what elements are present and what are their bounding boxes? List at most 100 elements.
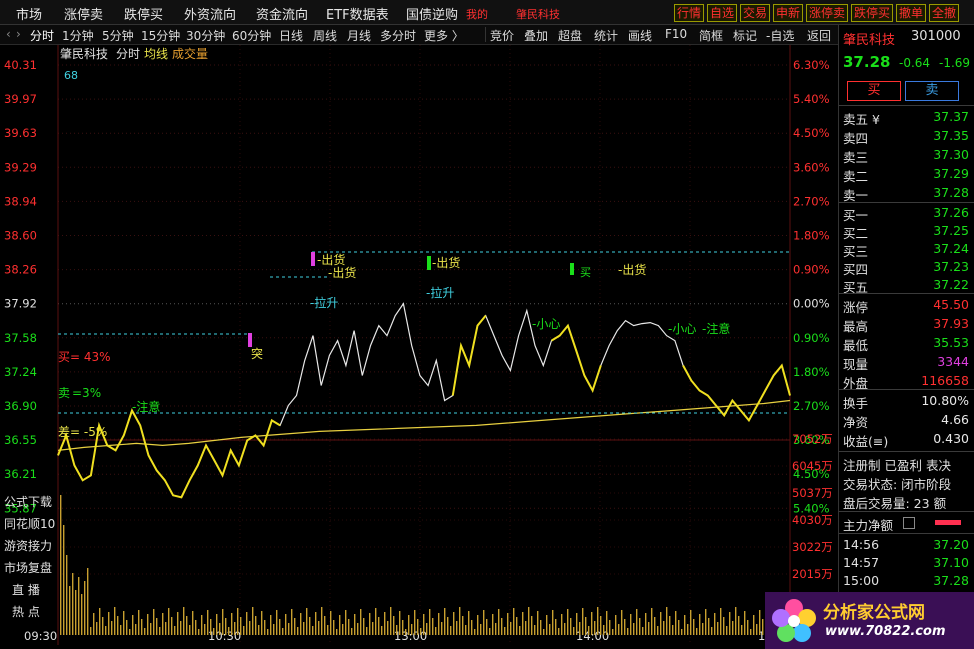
volume-bar	[465, 625, 467, 635]
menu-foreign-flow[interactable]: 外资流向	[184, 4, 236, 23]
intraday-chart[interactable]: 肇民科技 分时 均线 成交量 68 40.31 39.97 39.63 39.29 38…	[0, 45, 838, 649]
volume-bar	[234, 622, 236, 635]
volume-bar	[522, 612, 524, 635]
pct-tick: 0.00%	[793, 297, 830, 311]
volume-bar	[420, 628, 422, 635]
btn-cancel-all[interactable]: 全撤	[929, 4, 960, 22]
volume-bar	[336, 629, 338, 635]
volume-bar	[714, 613, 716, 635]
menu-capital-flow[interactable]: 资金流向	[256, 4, 308, 23]
volume-bar	[78, 577, 80, 635]
tool-mark[interactable]: 标记	[733, 27, 757, 44]
volume-bar	[171, 617, 173, 635]
menu-limitup-sell[interactable]: 涨停卖	[64, 4, 103, 23]
volume-bar	[72, 573, 74, 635]
price-tick: 37.24	[4, 365, 37, 379]
tab-60min[interactable]: 60分钟	[232, 27, 271, 44]
volume-bar	[456, 621, 458, 635]
pct-tick: 3.60%	[793, 160, 830, 174]
marker-bar-1	[248, 333, 252, 347]
side-review[interactable]: 市场复盘	[4, 560, 52, 575]
tab-daily[interactable]: 日线	[279, 27, 303, 44]
volume-bar	[237, 608, 239, 635]
volume-bar	[144, 628, 146, 635]
chevron-left-icon[interactable]: ‹	[6, 27, 11, 41]
btn-limitup-sell[interactable]: 涨停卖	[806, 4, 849, 22]
side-hot[interactable]: 热 点	[12, 605, 40, 619]
btn-cancel[interactable]: 撤单	[896, 4, 927, 22]
menu-market[interactable]: 市场	[16, 4, 42, 23]
price-tick: 39.97	[4, 92, 37, 106]
flow-title: 主力净额	[843, 518, 894, 533]
volume-bar	[114, 607, 116, 635]
flow-menu-icon[interactable]	[903, 517, 915, 529]
menu-etf-table[interactable]: ETF数据表	[326, 4, 389, 23]
highlight-segment	[57, 408, 281, 499]
side-ths10[interactable]: 同花顺10	[4, 516, 55, 531]
side-live[interactable]: 直 播	[12, 583, 40, 597]
volume-bar	[243, 626, 245, 635]
note-row: 注册制 已盈利 表决	[843, 458, 951, 473]
volume-bar	[654, 617, 656, 635]
tool-draw[interactable]: 画线	[628, 27, 652, 44]
quote-price: 37.28	[843, 53, 891, 71]
volume-bar	[411, 624, 413, 635]
tab-weekly[interactable]: 周线	[313, 27, 337, 44]
tab-5min[interactable]: 5分钟	[102, 27, 134, 44]
volume-bar	[177, 612, 179, 635]
volume-bar	[507, 613, 509, 635]
chevron-right-icon[interactable]: ›	[16, 27, 21, 41]
pct-tick: 5.40%	[793, 92, 830, 106]
volume-bar	[129, 629, 131, 635]
volume-bar	[153, 609, 155, 635]
tool-stats[interactable]: 统计	[594, 27, 618, 44]
btn-ipo[interactable]: 申新	[773, 4, 804, 22]
buy-button[interactable]: 买	[847, 81, 901, 101]
btn-limitdown-buy[interactable]: 跌停买	[851, 4, 894, 22]
stats-row: 现量 3344	[843, 354, 969, 372]
tab-multi-intraday[interactable]: 多分时	[380, 27, 416, 44]
volume-bar	[366, 627, 368, 635]
volume-bar	[264, 620, 266, 635]
tab-30min[interactable]: 30分钟	[186, 27, 225, 44]
tool-auction[interactable]: 竞价	[490, 27, 514, 44]
tool-watch[interactable]: -自选	[766, 27, 794, 44]
menu-stock-name[interactable]: 肇民科技	[516, 6, 560, 22]
tool-superdisk[interactable]: 超盘	[558, 27, 582, 44]
btn-trade[interactable]: 交易	[740, 4, 771, 22]
volume-bar	[351, 628, 353, 635]
tab-15min[interactable]: 15分钟	[141, 27, 180, 44]
tab-monthly[interactable]: 月线	[347, 27, 371, 44]
menu-repo[interactable]: 国债逆购	[406, 4, 458, 23]
tool-overlay[interactable]: 叠加	[524, 27, 548, 44]
volume-bar	[297, 627, 299, 635]
menu-user[interactable]: 我的	[466, 6, 488, 22]
chart-grid	[57, 45, 791, 645]
tab-intraday[interactable]: 分时	[30, 27, 54, 44]
tab-more[interactable]: 更多 〉	[424, 27, 464, 44]
tool-f10[interactable]: F10	[665, 27, 687, 41]
volume-bar	[267, 629, 269, 635]
top-menu-bar: 市场 涨停卖 跌停买 外资流向 资金流向 ETF数据表 国债逆购 我的 肇民科技…	[0, 0, 974, 25]
volume-bar	[666, 607, 668, 635]
volume-bar	[423, 614, 425, 635]
volume-bar	[498, 609, 500, 635]
volume-bar	[117, 616, 119, 635]
volume-bar	[519, 626, 521, 635]
side-formula-download[interactable]: 公式下载	[4, 495, 52, 509]
volume-bar	[75, 590, 77, 635]
volume-bar	[702, 623, 704, 635]
btn-quote[interactable]: 行情	[674, 4, 705, 22]
volume-bar	[342, 624, 344, 635]
volume-bar	[444, 608, 446, 635]
tab-1min[interactable]: 1分钟	[62, 27, 94, 44]
pct-tick: 1.80%	[793, 365, 830, 379]
tool-frame[interactable]: 简框	[699, 27, 723, 44]
menu-limitdown-buy[interactable]: 跌停买	[124, 4, 163, 23]
volume-bar	[501, 618, 503, 635]
btn-watchlist[interactable]: 自选	[707, 4, 738, 22]
side-relay[interactable]: 游资接力	[4, 538, 52, 553]
tool-back[interactable]: 返回	[807, 27, 831, 44]
volume-bar	[624, 619, 626, 635]
sell-button[interactable]: 卖	[905, 81, 959, 101]
